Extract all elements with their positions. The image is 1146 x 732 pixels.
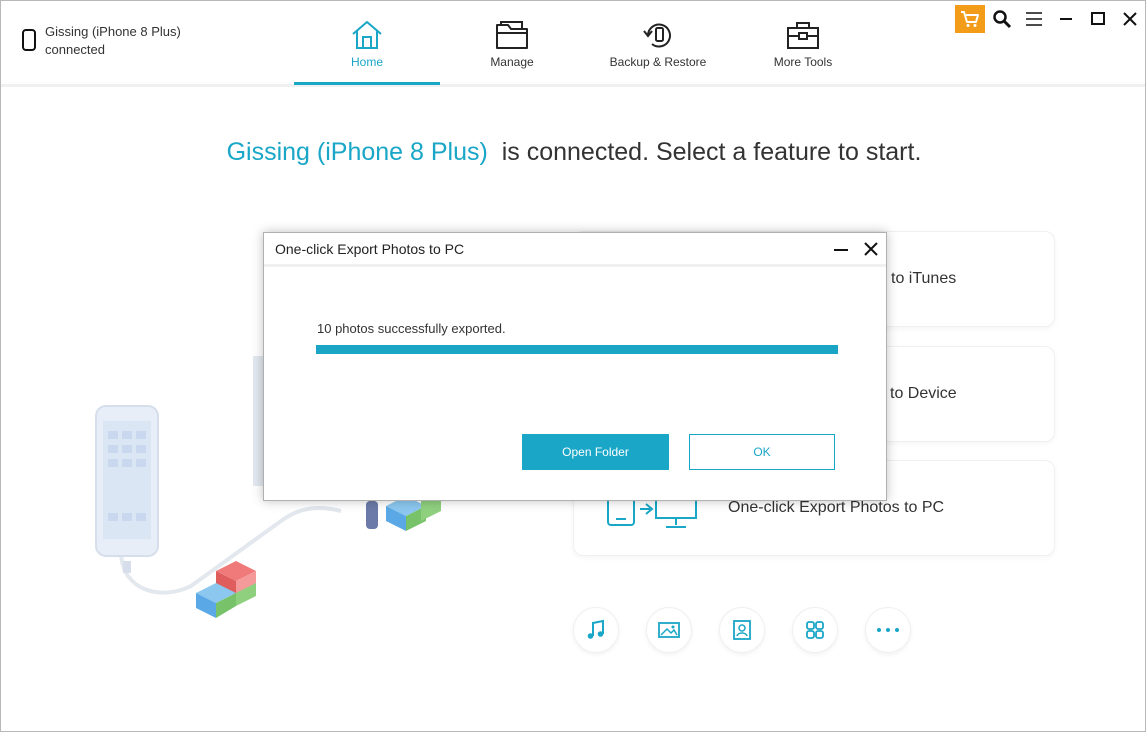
- export-status-message: 10 photos successfully exported.: [317, 321, 506, 336]
- feature-card-export-photos-label: One-click Export Photos to PC: [728, 499, 945, 516]
- feature-card-device-label: to Device: [890, 385, 957, 402]
- backup-restore-icon: [643, 23, 671, 48]
- tab-home-label: Home: [350, 55, 383, 69]
- phone-icon: [22, 29, 36, 51]
- dialog-title: One-click Export Photos to PC: [275, 241, 465, 257]
- toolbox-icon: [787, 22, 819, 49]
- device-name: Gissing (iPhone 8 Plus): [45, 24, 181, 39]
- heading-text: is connected. Select a feature to start.: [501, 138, 922, 166]
- menu-icon[interactable]: [1019, 5, 1049, 33]
- device-info: Gissing (iPhone 8 Plus) connected: [21, 23, 181, 59]
- more-icon[interactable]: [865, 607, 911, 653]
- contacts-icon[interactable]: [719, 607, 765, 653]
- heading-device-name: Gissing (iPhone 8 Plus): [226, 138, 488, 166]
- open-folder-button[interactable]: Open Folder: [522, 434, 669, 470]
- export-photos-dialog: One-click Export Photos to PC 10 photos …: [263, 232, 887, 501]
- search-icon[interactable]: [987, 5, 1017, 33]
- folder-icon: [496, 21, 528, 49]
- tab-home[interactable]: Home: [294, 1, 440, 85]
- window-controls: [953, 5, 1145, 33]
- ok-button[interactable]: OK: [689, 434, 835, 470]
- dialog-divider: [264, 264, 886, 267]
- page-heading: Gissing (iPhone 8 Plus) is connected. Se…: [1, 138, 1145, 167]
- tab-backup-restore[interactable]: Backup & Restore: [585, 1, 731, 85]
- home-icon: [352, 21, 382, 49]
- minimize-icon[interactable]: [1051, 5, 1081, 33]
- export-progress-bar: [316, 345, 838, 354]
- dialog-minimize-icon[interactable]: [830, 239, 852, 259]
- close-icon[interactable]: [1115, 5, 1145, 33]
- apps-icon[interactable]: [792, 607, 838, 653]
- app-window: Gissing (iPhone 8 Plus) connected Home M…: [0, 0, 1146, 732]
- music-icon[interactable]: [573, 607, 619, 653]
- maximize-icon[interactable]: [1083, 5, 1113, 33]
- dialog-close-icon[interactable]: [860, 238, 882, 260]
- photo-icon[interactable]: [646, 607, 692, 653]
- feature-card-itunes-label: to iTunes: [891, 270, 957, 287]
- cart-icon[interactable]: [955, 5, 985, 33]
- export-progress-fill: [316, 345, 838, 354]
- top-header: Gissing (iPhone 8 Plus) connected Home M…: [1, 1, 1145, 87]
- tab-more-tools[interactable]: More Tools: [730, 1, 876, 85]
- tab-backup-restore-label: Backup & Restore: [609, 55, 707, 69]
- tab-more-tools-label: More Tools: [773, 55, 833, 69]
- device-status: connected: [45, 42, 105, 57]
- tab-manage-label: Manage: [490, 55, 534, 69]
- tab-manage[interactable]: Manage: [439, 1, 585, 85]
